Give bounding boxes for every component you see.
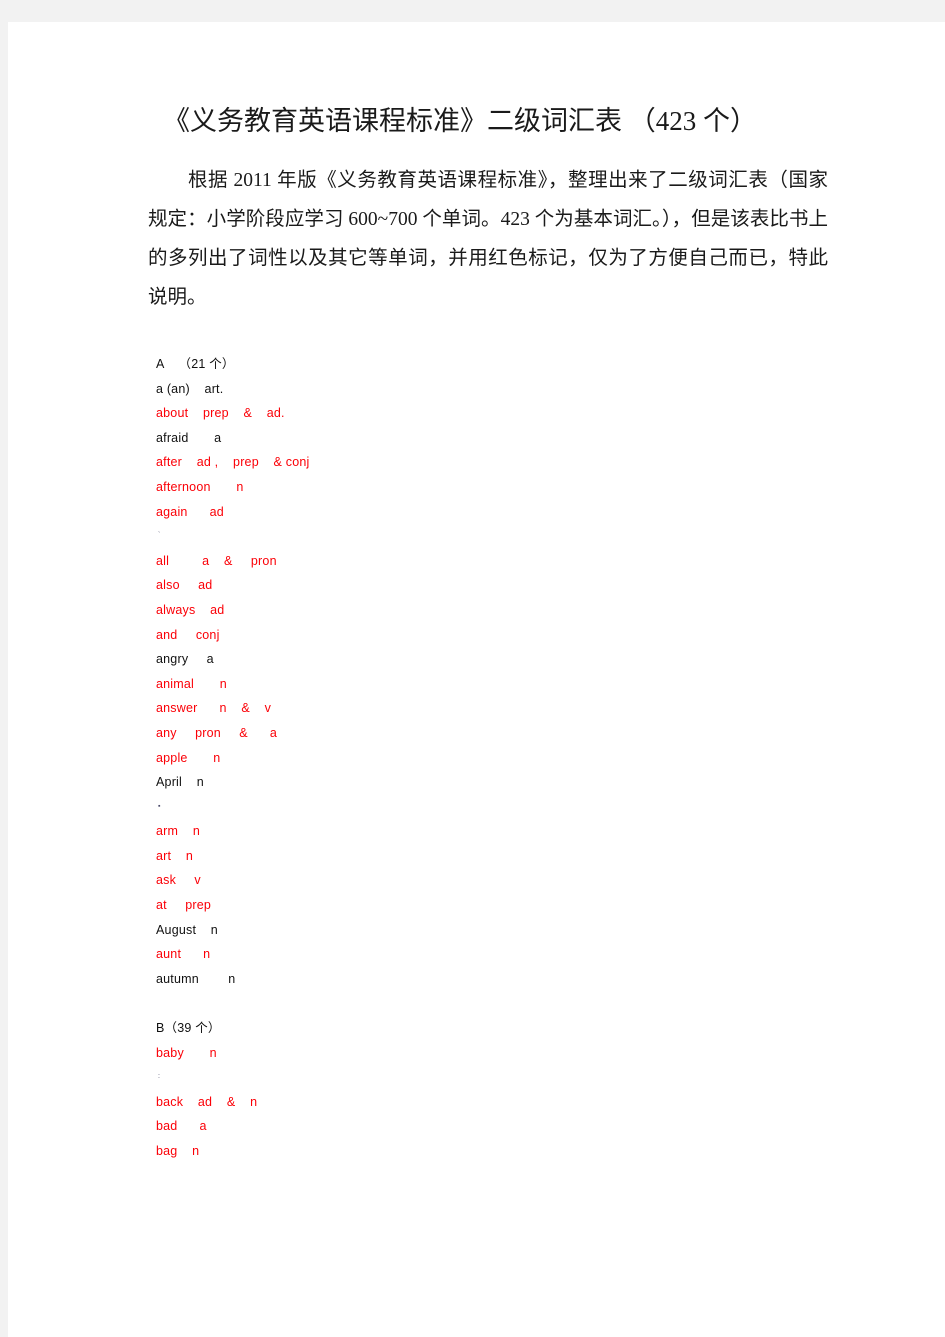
word-entry: all a & pron — [156, 553, 277, 568]
word-entry: also ad — [156, 578, 213, 593]
word-entry: ask v — [156, 873, 201, 888]
word-entry: about prep & ad. — [156, 406, 285, 421]
word-entry: art n — [156, 848, 194, 863]
word-entry: baby n — [156, 1045, 217, 1060]
inline-mark-artifact: ` — [158, 532, 161, 540]
word-entry: and conj — [156, 627, 220, 642]
word-entry: again ad — [156, 504, 224, 519]
word-entry: autumn n — [156, 971, 236, 986]
word-entry: bad a — [156, 1119, 207, 1134]
vocabulary-word-list: A （21 个） a (an) art. about prep & ad. afrai… — [148, 317, 848, 1164]
wordlist-spacer — [156, 991, 848, 1016]
word-entry: aunt n — [156, 947, 211, 962]
intro-paragraph: 根据 2011 年版《义务教育英语课程标准》，整理出来了二级词汇表（国家规定：小… — [148, 170, 828, 308]
section-heading-a: A （21 个） — [156, 357, 235, 371]
word-entry: a (an) art. — [156, 381, 224, 396]
word-entry: afraid a — [156, 430, 222, 445]
word-entry: at prep — [156, 898, 212, 913]
word-entry: April n — [156, 775, 204, 790]
word-entry: any pron & a — [156, 725, 278, 740]
word-entry: afternoon n — [156, 479, 244, 494]
word-entry: answer n & v — [156, 701, 272, 716]
word-entry: after ad , prep & conj — [156, 455, 310, 470]
word-entry: apple n — [156, 750, 221, 765]
word-entry: animal n — [156, 676, 227, 691]
word-entry: back ad & n — [156, 1094, 258, 1109]
document-body: 《义务教育英语课程标准》二级词汇表 （423 个） 根据 2011 年版《义务教… — [148, 22, 848, 1164]
page-title: 《义务教育英语课程标准》二级词汇表 （423 个） — [163, 106, 757, 136]
word-entry: angry a — [156, 652, 214, 667]
word-entry: always ad — [156, 602, 225, 617]
inline-mark-artifact: ▪ — [158, 802, 161, 810]
document-page: 《义务教育英语课程标准》二级词汇表 （423 个） 根据 2011 年版《义务教… — [8, 22, 945, 1337]
word-entry: bag n — [156, 1144, 200, 1158]
inline-mark-artifact: : — [158, 1073, 161, 1081]
word-entry: arm n — [156, 824, 200, 839]
word-entry: August n — [156, 922, 218, 937]
section-heading-b: B（39 个） — [156, 1021, 221, 1036]
